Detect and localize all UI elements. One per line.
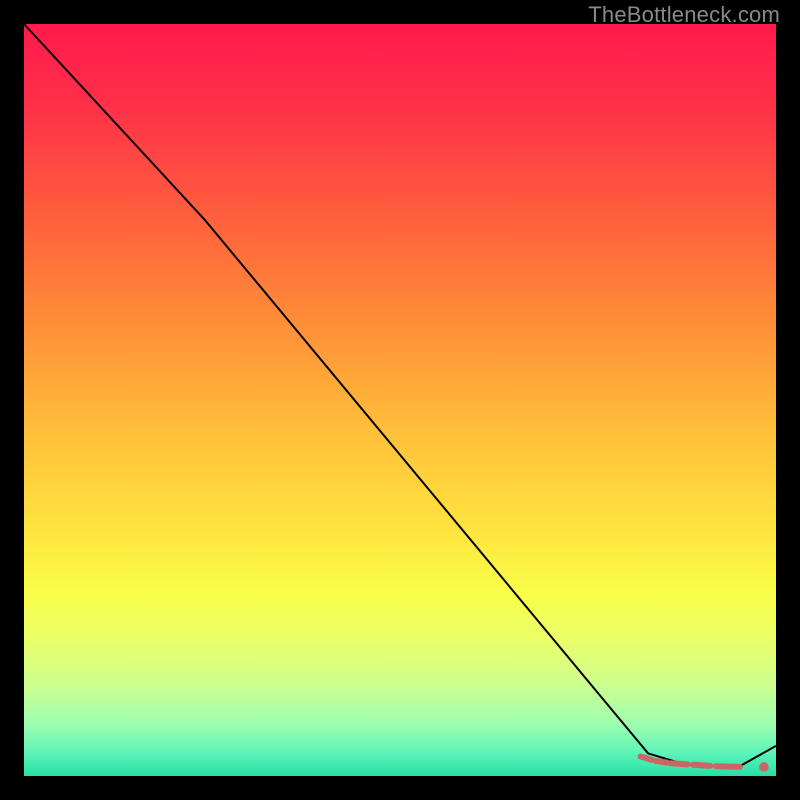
- sweet-zone-dash: [656, 761, 667, 763]
- sweet-zone-dash: [641, 756, 652, 759]
- bottleneck-chart: [0, 0, 800, 800]
- sweet-zone-dash: [716, 766, 740, 767]
- gradient-background: [24, 24, 776, 776]
- sweet-zone-end-dot: [759, 762, 769, 772]
- watermark-text: TheBottleneck.com: [588, 2, 780, 28]
- chart-frame: TheBottleneck.com: [0, 0, 800, 800]
- sweet-zone-dash: [693, 765, 710, 766]
- sweet-zone-dash: [671, 763, 688, 764]
